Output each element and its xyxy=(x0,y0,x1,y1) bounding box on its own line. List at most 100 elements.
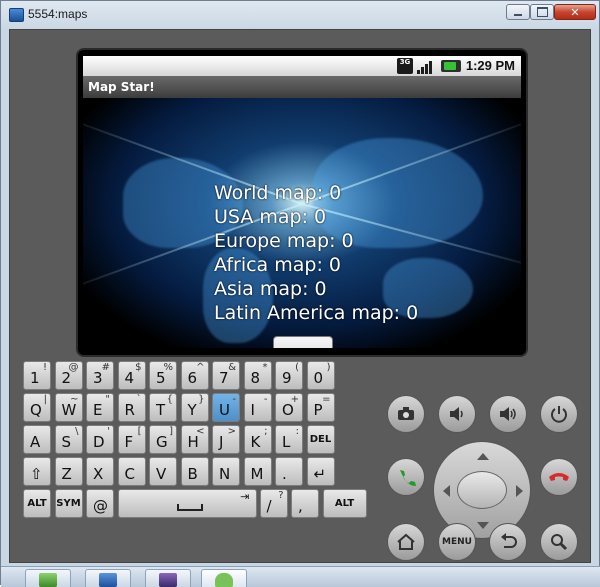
camera-button[interactable] xyxy=(387,395,425,433)
key-b[interactable]: B xyxy=(180,457,209,486)
key-label: M xyxy=(250,465,264,483)
key-o[interactable]: O + xyxy=(275,393,303,422)
key-label: 7 xyxy=(219,369,229,387)
key-alt-label: [ xyxy=(137,426,142,437)
key-alt-left[interactable]: ALT xyxy=(23,489,51,518)
key-alt-label: ! xyxy=(42,362,47,373)
key-label: K xyxy=(250,433,261,451)
key-a[interactable]: A xyxy=(23,425,51,454)
key-h[interactable]: H < xyxy=(180,425,209,454)
key-q[interactable]: Q | xyxy=(23,393,51,422)
key-n[interactable]: N xyxy=(212,457,240,486)
key-l[interactable]: L: xyxy=(275,425,303,454)
key-del[interactable]: DEL xyxy=(306,425,335,454)
search-button[interactable] xyxy=(540,523,578,561)
key-label: , xyxy=(298,497,303,515)
key-label: U xyxy=(219,401,230,419)
key-j[interactable]: J > xyxy=(212,425,240,454)
key-label: S xyxy=(61,433,72,451)
back-button[interactable] xyxy=(489,523,527,561)
network-3g-icon: 3G xyxy=(397,58,413,74)
key-p[interactable]: P = xyxy=(306,393,335,422)
key-s[interactable]: S \ xyxy=(54,425,83,454)
key-u[interactable]: U- xyxy=(212,393,240,422)
key-alt-label: - xyxy=(232,394,236,405)
key-label: ↵ xyxy=(313,465,327,483)
close-button[interactable]: ✕ xyxy=(554,4,596,20)
taskbar-item-explorer[interactable] xyxy=(25,569,71,587)
key-t[interactable]: T{ xyxy=(149,393,177,422)
key-e[interactable]: E " xyxy=(86,393,114,422)
key-g[interactable]: G] xyxy=(149,425,177,454)
stat-usa: USA map: 0 xyxy=(214,206,327,228)
key-label: N xyxy=(219,465,231,483)
taskbar-item-java-ee[interactable] xyxy=(145,569,191,587)
key-label: T xyxy=(156,401,166,419)
key-c[interactable]: C xyxy=(117,457,146,486)
key-8[interactable]: 8 * xyxy=(243,361,272,390)
emulator-app-icon xyxy=(9,8,24,22)
key-3[interactable]: 3 # xyxy=(86,361,114,390)
call-button[interactable] xyxy=(387,458,425,496)
stat-africa: Africa map: 0 xyxy=(214,254,341,276)
volume-down-icon xyxy=(450,407,463,421)
stat-asia: Asia map: 0 xyxy=(214,278,327,300)
volume-down-button[interactable] xyxy=(438,395,476,433)
taskbar-item-word[interactable] xyxy=(85,569,131,587)
key-alt-label: ) xyxy=(326,362,331,373)
key-1[interactable]: 1! xyxy=(23,361,51,390)
end-call-button[interactable] xyxy=(540,458,578,496)
key-comma[interactable]: , xyxy=(291,489,319,518)
emulator-keyboard: 1! 2 @3 #4 $5% 6 ^ 7 & 8 * 9(0) Q | W ~ E " R ` T{Y} U - I - O + P =… xyxy=(23,361,368,561)
home-button[interactable] xyxy=(387,523,425,561)
key-slash[interactable]: /? xyxy=(259,489,288,518)
key-d[interactable]: D ' xyxy=(86,425,114,454)
key-enter[interactable]: ↵ xyxy=(306,457,335,486)
key-z[interactable]: Z xyxy=(54,457,83,486)
key-label: SYM xyxy=(56,498,81,509)
tab-arrow-icon: ⇥ xyxy=(240,490,250,503)
maximize-icon xyxy=(536,7,548,17)
key-alt-right[interactable]: ALT xyxy=(322,489,367,518)
key-.[interactable]: . xyxy=(275,457,303,486)
key-sym[interactable]: SYM xyxy=(54,489,83,518)
key-shift[interactable]: ⇧ xyxy=(23,457,51,486)
key-2[interactable]: 2 @ xyxy=(54,361,83,390)
key-4[interactable]: 4 $ xyxy=(117,361,146,390)
window-titlebar[interactable]: 5554:maps ✕ xyxy=(1,1,599,27)
key-label: ALT xyxy=(27,498,47,509)
key-alt-label: ] xyxy=(169,426,173,437)
dpad-right-icon xyxy=(516,485,523,497)
volume-up-button[interactable] xyxy=(489,395,527,433)
key-space[interactable]: ⇥ xyxy=(117,489,257,518)
key-f[interactable]: F[ xyxy=(117,425,146,454)
key-label: 1 xyxy=(30,369,40,387)
key-i[interactable]: I- xyxy=(243,393,272,422)
key-y[interactable]: Y} xyxy=(180,393,209,422)
key-7[interactable]: 7 & xyxy=(212,361,240,390)
maximize-button[interactable] xyxy=(530,4,554,20)
minimize-button[interactable] xyxy=(506,4,530,20)
key-x[interactable]: X xyxy=(86,457,114,486)
go-back-button[interactable]: Go back xyxy=(273,336,333,348)
key-label: . xyxy=(282,465,287,483)
key-k[interactable]: K; xyxy=(243,425,272,454)
key-r[interactable]: R ` xyxy=(117,393,146,422)
key-alt-label: & xyxy=(228,362,236,373)
key-v[interactable]: V xyxy=(149,457,177,486)
key-label: X xyxy=(93,465,104,483)
power-button[interactable] xyxy=(540,395,578,433)
taskbar-item-android[interactable] xyxy=(201,569,247,587)
key-0[interactable]: 0) xyxy=(306,361,335,390)
menu-button[interactable]: MENU xyxy=(438,523,476,561)
key-m[interactable]: M xyxy=(243,457,272,486)
key-alt-label: $ xyxy=(135,362,142,373)
window-title: 5554:maps xyxy=(28,7,88,21)
key-alt-label: ( xyxy=(295,362,299,373)
key-at[interactable]: @ xyxy=(86,489,114,518)
key-w[interactable]: W ~ xyxy=(54,393,83,422)
key-5[interactable]: 5% xyxy=(149,361,177,390)
key-6[interactable]: 6 ^ xyxy=(180,361,209,390)
key-9[interactable]: 9( xyxy=(275,361,303,390)
key-label: Y xyxy=(187,401,197,419)
